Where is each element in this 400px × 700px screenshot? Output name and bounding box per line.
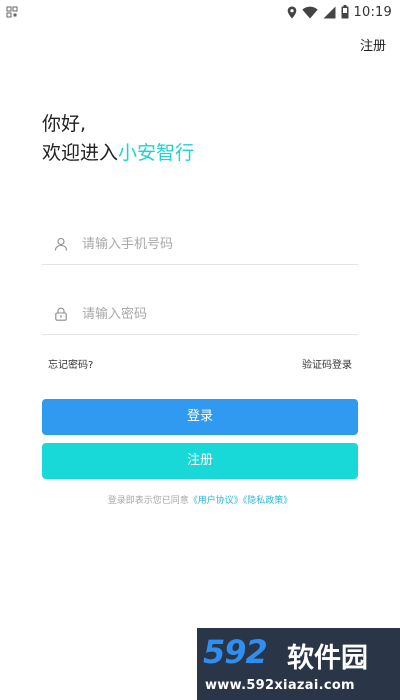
top-register-link[interactable]: 注册 — [360, 35, 386, 54]
phone-input[interactable] — [82, 232, 342, 256]
status-time: 10:19 — [353, 4, 392, 20]
phone-field — [42, 224, 358, 265]
password-input[interactable] — [82, 302, 342, 326]
forgot-password-link[interactable]: 忘记密码? — [48, 356, 93, 371]
greeting: 你好, 欢迎进入小安智行 — [42, 110, 194, 168]
user-icon — [54, 237, 68, 251]
register-button[interactable]: 注册 — [42, 443, 358, 479]
site-watermark: 592 软件园 www.592xiazai.com — [197, 628, 400, 700]
greeting-welcome-text: 欢迎进入 — [42, 142, 119, 164]
password-field — [42, 294, 358, 335]
signal-icon — [323, 6, 336, 18]
greeting-welcome: 欢迎进入小安智行 — [42, 139, 194, 168]
brand-name: 小安智行 — [118, 142, 195, 164]
status-icons: 10:19 — [287, 3, 392, 21]
login-button[interactable]: 登录 — [42, 399, 358, 435]
lock-icon — [55, 307, 67, 321]
privacy-policy-link[interactable]: 《隐私政策》 — [243, 496, 293, 506]
watermark-url: www.592xiazai.com — [205, 678, 355, 693]
sms-login-link[interactable]: 验证码登录 — [302, 356, 352, 371]
watermark-name: 软件园 — [287, 643, 368, 674]
notification-icon — [6, 6, 18, 18]
status-bar: 10:19 — [0, 0, 400, 24]
agreement-notice: 登录即表示您已同意《用户协议》《隐私政策》 — [0, 493, 400, 506]
user-agreement-link[interactable]: 《用户协议》 — [189, 496, 243, 506]
agreement-text: 登录即表示您已同意 — [107, 496, 189, 506]
location-icon — [287, 6, 296, 18]
watermark-number: 592 — [203, 633, 268, 671]
greeting-hello: 你好, — [42, 113, 87, 135]
battery-icon — [341, 5, 349, 19]
wifi-icon — [301, 6, 318, 18]
